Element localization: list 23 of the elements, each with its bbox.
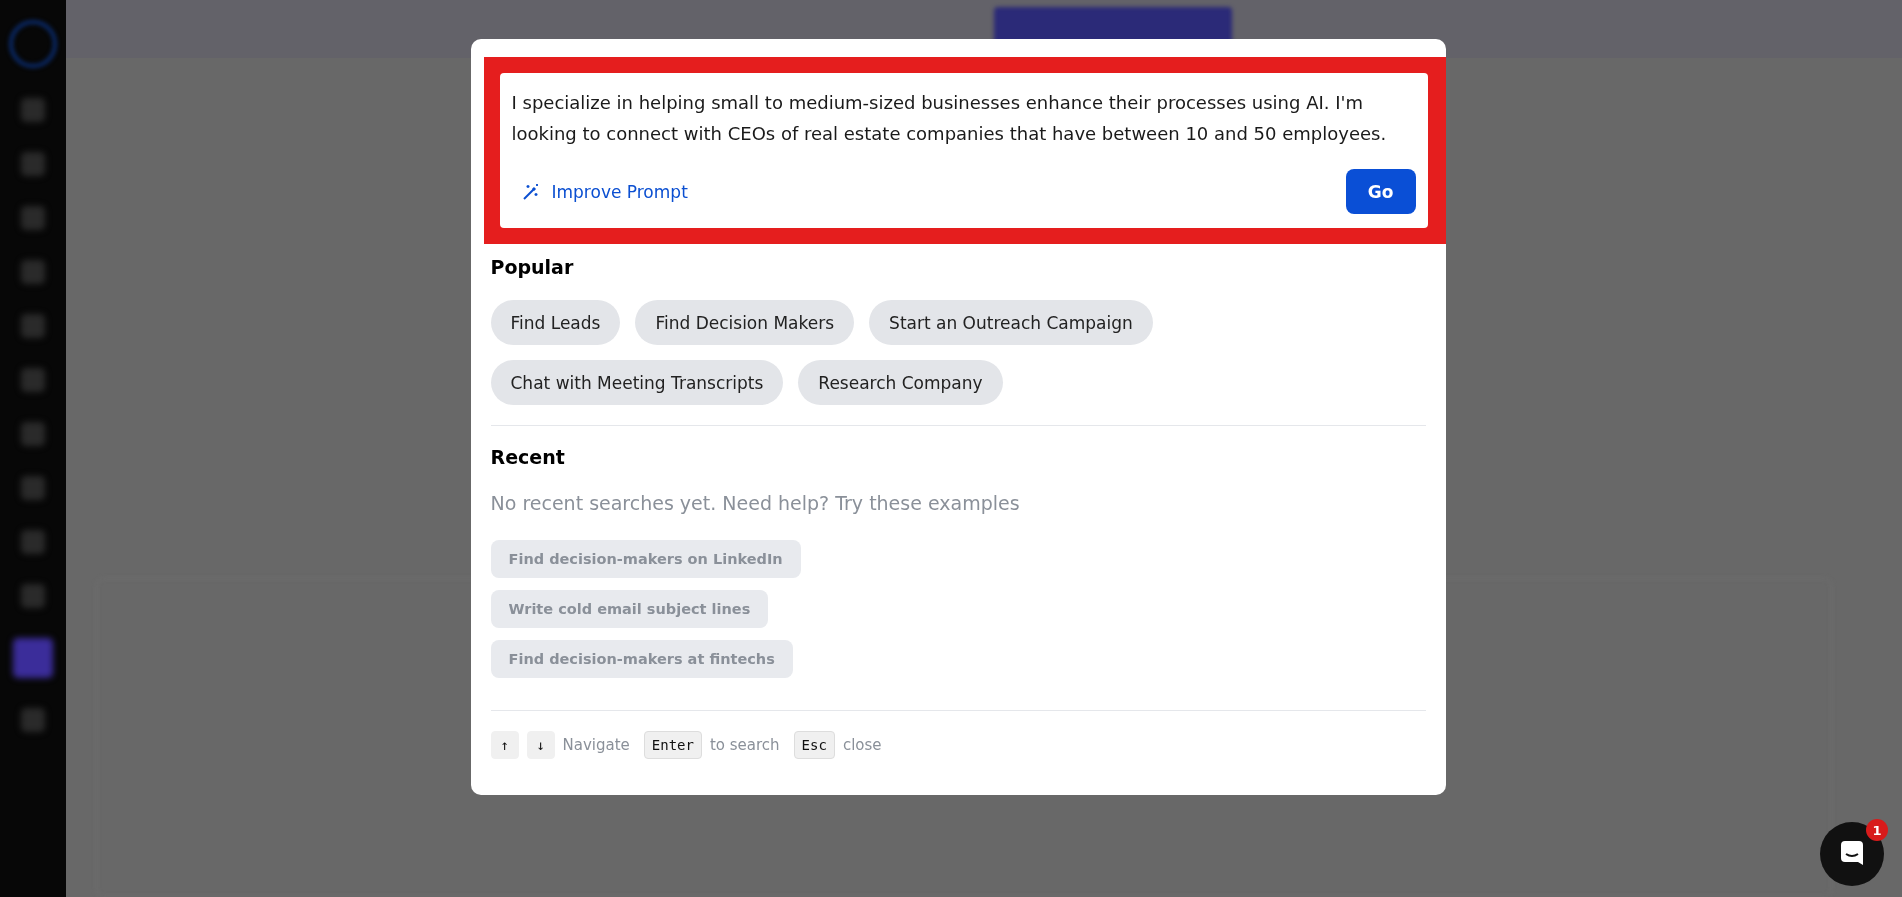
suggestion-chip[interactable]: Find Decision Makers [635, 300, 855, 345]
key-hint: Enter [643, 731, 702, 759]
key-hint: ↑ [490, 731, 519, 759]
shortcut-label: close [842, 736, 882, 754]
prompt-text: I specialize in helping small to medium-sized businesses enhance their processes using AI. I'm looking to connect with CEOs of real estate companies that have between 10 and 50 employees. [511, 91, 1388, 146]
shortcut-label: to search [709, 736, 780, 754]
prompt-field[interactable] [499, 73, 1428, 228]
suggestion-chip[interactable]: Find Leads [490, 300, 621, 345]
chat-launcher[interactable] [1820, 822, 1884, 886]
magic-wand-icon [521, 182, 540, 201]
section-title: Popular [490, 256, 575, 278]
suggestion-chip[interactable]: Research Company [798, 360, 1003, 405]
go-button[interactable]: Go [1345, 169, 1416, 214]
empty-message: No recent searches yet. Need help? Try these examples [490, 492, 1021, 514]
shortcut-label: Navigate [562, 736, 630, 754]
improve-prompt-button[interactable]: Improve Prompt [511, 181, 698, 202]
logo-icon [9, 20, 57, 68]
key-hint: Esc [793, 731, 835, 759]
section-title: Recent [490, 446, 566, 468]
suggestion-chip[interactable]: Start an Outreach Campaign [869, 300, 1153, 345]
key-hint: ↓ [526, 731, 555, 759]
suggestion-chip[interactable]: Chat with Meeting Transcripts [490, 360, 784, 405]
notification-badge: 1 [1866, 819, 1888, 841]
